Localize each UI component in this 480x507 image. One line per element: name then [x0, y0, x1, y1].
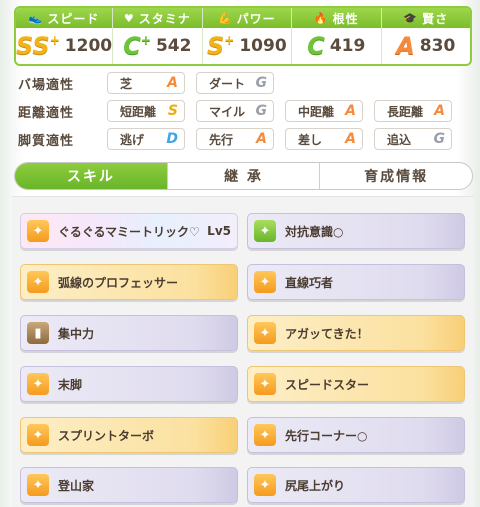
stat-power: 💪 パワー S+ 1090 [202, 8, 293, 64]
stats-panel: 👟 スピード SS+ 1200 ♥ スタミナ C+ 542 💪 パワー S+ 1090 🔥 根… [14, 6, 472, 66]
stat-label: 賢さ [422, 11, 449, 26]
focus-skill-icon: ▮ [27, 322, 49, 344]
aptitude-cell: 中距離 A [285, 100, 363, 122]
skill-card[interactable]: ✦ 直線巧者 [247, 264, 465, 300]
stat-value: 1200 [64, 36, 113, 56]
aptitude-cell: 先行 A [196, 128, 274, 150]
skill-name: 直線巧者 [285, 275, 334, 290]
flame-icon: 🔥 [313, 11, 329, 25]
skill-card[interactable]: ✦ 尻尾上がり [247, 467, 465, 503]
skills-panel: ✦ ぐるぐるマミートリック♡ Lv5 ✦ 対抗意識○ ✦ 弧線のプロフェッサー … [12, 196, 474, 507]
aptitude-cell: 長距離 A [374, 100, 452, 122]
muscle-icon: 💪 [217, 11, 233, 25]
skill-name: スピードスター [285, 377, 370, 392]
skill-card[interactable]: ✦ スピードスター [247, 366, 465, 402]
skill-card[interactable]: ✦ 先行コーナー○ [247, 417, 465, 453]
stat-grade: S+ [206, 32, 235, 60]
skill-name: 先行コーナー○ [285, 428, 368, 443]
aptitude-distance-row: 距離適性 [18, 100, 104, 122]
skill-name: 登山家 [58, 478, 95, 493]
skill-card[interactable]: ✦ 末脚 [20, 366, 238, 402]
stat-grade: C+ [123, 32, 151, 60]
aptitude-cell: マイル G [196, 100, 274, 122]
speed-skill-icon: ✦ [27, 220, 49, 242]
stat-speed: 👟 スピード SS+ 1200 [16, 8, 114, 64]
stat-label: 根性 [332, 11, 359, 26]
stat-wisdom: 🎓 賢さ A 830 [381, 8, 470, 64]
aptitude-cell: 差し A [285, 128, 363, 150]
speed-skill-icon: ✦ [254, 271, 276, 293]
aptitude-label: 距離適性 [18, 105, 75, 121]
skill-level: Lv5 [207, 224, 231, 238]
speed-skill-icon: ✦ [27, 271, 49, 293]
skill-name: スプリントターボ [58, 428, 155, 443]
skill-name: 弧線のプロフェッサー [58, 275, 179, 290]
skill-card[interactable]: ✦ 弧線のプロフェッサー [20, 264, 238, 300]
stat-grade: C [307, 32, 325, 60]
stat-label: パワー [236, 11, 276, 26]
stat-stamina: ♥ スタミナ C+ 542 [113, 8, 203, 64]
skill-card[interactable]: ✦ アガッてきた！ [247, 315, 465, 351]
tab-skills[interactable]: スキル [15, 163, 168, 189]
skill-card[interactable]: ▮ 集中力 [20, 315, 238, 351]
tab-training-info[interactable]: 育成情報 [320, 163, 472, 189]
aptitude-label: バ場適性 [18, 77, 75, 93]
speed-skill-icon: ✦ [27, 373, 49, 395]
aptitude-track-row: バ場適性 [18, 72, 104, 94]
heart-icon: ♥ [123, 11, 135, 25]
tab-inheritance[interactable]: 継 承 [168, 163, 321, 189]
stat-label: スピード [47, 11, 100, 26]
aptitude-cell: 逃げ D [107, 128, 185, 150]
skill-card[interactable]: ✦ 対抗意識○ [247, 213, 465, 249]
aptitude-cell: ダート G [196, 72, 274, 94]
grad-cap-icon: 🎓 [403, 11, 419, 25]
speed-skill-icon: ✦ [254, 424, 276, 446]
stat-label: スタミナ [138, 11, 191, 26]
stat-value: 419 [329, 36, 366, 56]
skill-name: ぐるぐるマミートリック♡ [58, 224, 200, 239]
aptitude-label: 脚質適性 [18, 133, 75, 149]
stat-value: 542 [155, 36, 192, 56]
speed-skill-icon: ✦ [254, 474, 276, 496]
skill-card[interactable]: ✦ 登山家 [20, 467, 238, 503]
stamina-skill-icon: ✦ [254, 220, 276, 242]
skill-card[interactable]: ✦ スプリントターボ [20, 417, 238, 453]
speed-skill-icon: ✦ [27, 474, 49, 496]
skill-name: 尻尾上がり [285, 478, 346, 493]
speed-skill-icon: ✦ [254, 322, 276, 344]
skill-card[interactable]: ✦ ぐるぐるマミートリック♡ Lv5 [20, 213, 238, 249]
stat-grade: SS+ [16, 32, 60, 60]
skill-name: 対抗意識○ [285, 224, 344, 239]
stat-guts: 🔥 根性 C 419 [292, 8, 382, 64]
speed-skill-icon: ✦ [254, 373, 276, 395]
stat-value: 1090 [239, 36, 287, 56]
speed-skill-icon: ✦ [27, 424, 49, 446]
tab-bar: スキル 継 承 育成情報 [14, 162, 473, 190]
skill-name: 末脚 [58, 377, 83, 392]
aptitude-cell: 短距離 S [107, 100, 185, 122]
stat-value: 830 [419, 36, 456, 56]
aptitude-style-row: 脚質適性 [18, 128, 104, 150]
aptitude-cell: 追込 G [374, 128, 452, 150]
skill-name: アガッてきた！ [285, 326, 369, 341]
stat-grade: A [396, 32, 415, 60]
shoe-icon: 👟 [28, 11, 44, 25]
skill-name: 集中力 [58, 326, 95, 341]
aptitude-cell: 芝A [107, 72, 185, 94]
